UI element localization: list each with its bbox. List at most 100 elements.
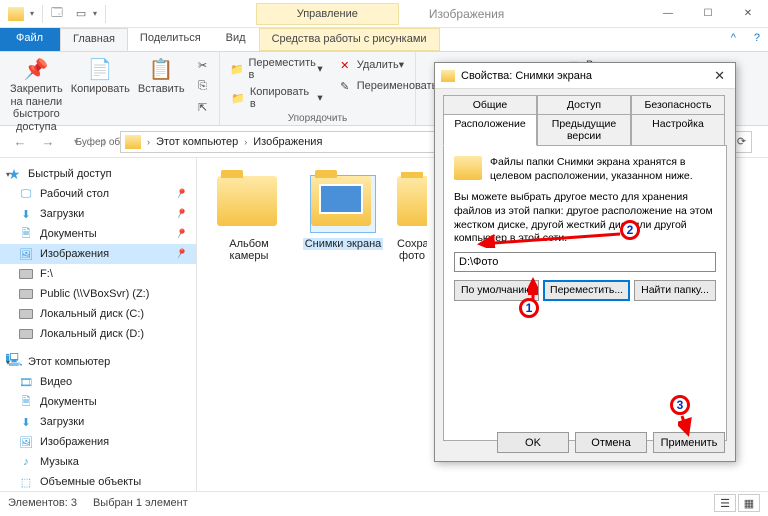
dialog-description-2: Вы можете выбрать другое место для хране…	[454, 191, 716, 246]
group-organize-label: Упорядочить	[226, 112, 409, 124]
folder-camera-roll[interactable]: Альбом камеры	[209, 172, 289, 262]
dialog-title: Свойства: Снимки экрана	[461, 70, 710, 82]
tab-view[interactable]: Вид	[214, 28, 259, 51]
3d-icon: ⬚	[18, 474, 34, 490]
dialog-body: Файлы папки Снимки экрана хранятся в цел…	[443, 145, 727, 441]
tab-previous-versions[interactable]: Предыдущие версии	[537, 114, 631, 146]
folder-large-icon	[454, 156, 482, 180]
tab-share[interactable]: Поделиться	[128, 28, 214, 51]
tab-location[interactable]: Расположение	[443, 114, 537, 146]
dialog-close-button[interactable]: ✕	[710, 68, 729, 84]
ribbon-collapse-icon[interactable]: ^	[721, 28, 746, 51]
paste-button[interactable]: 📋 Вставить	[134, 55, 189, 98]
music-icon: ♪	[18, 454, 34, 470]
dialog-tabs: Общие Доступ Безопасность Расположение П…	[443, 95, 727, 145]
folder-screenshots[interactable]: Снимки экрана	[303, 172, 383, 250]
folder-icon	[217, 176, 277, 226]
pin-icon: 📌	[22, 57, 50, 83]
sidebar-item-desktop[interactable]: 🖵Рабочий стол📍	[0, 184, 196, 204]
paste-shortcut-button[interactable]: ⇱	[191, 97, 219, 117]
tab-security[interactable]: Безопасность	[631, 95, 725, 115]
dialog-description-1: Файлы папки Снимки экрана хранятся в цел…	[490, 156, 716, 183]
copy-button[interactable]: 📄 Копировать	[67, 55, 134, 98]
forward-button[interactable]: →	[36, 130, 60, 154]
drive-icon	[19, 329, 33, 339]
cut-icon: ✂	[195, 57, 211, 73]
breadcrumb-folder[interactable]: Изображения	[249, 136, 326, 148]
properties-dialog: Свойства: Снимки экрана ✕ Общие Доступ Б…	[434, 62, 736, 462]
view-details-button[interactable]: ☰	[714, 494, 736, 512]
sidebar-item-video[interactable]: 🎞Видео	[0, 372, 196, 392]
documents-icon: 🗎	[18, 394, 34, 410]
title-bar: ▾ 🗔 ▭ ▾ Управление Изображения — ☐ ✕	[0, 0, 768, 28]
copy-icon: 📄	[86, 57, 114, 83]
folder-icon	[311, 176, 371, 226]
dialog-titlebar[interactable]: Свойства: Снимки экрана ✕	[435, 63, 735, 89]
sidebar-item-pics2[interactable]: 🖼Изображения	[0, 432, 196, 452]
sidebar-item-docs2[interactable]: 🗎Документы	[0, 392, 196, 412]
downloads-icon: ⬇	[18, 206, 34, 222]
netdrive-icon	[19, 289, 33, 299]
move-to-button[interactable]: 📁Переместить в ▾	[226, 55, 327, 83]
downloads-icon: ⬇	[18, 414, 34, 430]
folder-saved-photos[interactable]: Сохраненные фото	[397, 172, 427, 262]
shortcut-icon: ⇱	[195, 99, 211, 115]
recent-dropdown[interactable]: ▾	[64, 130, 88, 154]
breadcrumb-root[interactable]: Этот компьютер	[152, 136, 242, 148]
tab-file[interactable]: Файл	[0, 28, 60, 51]
quick-access-properties-icon[interactable]: 🗔	[45, 3, 69, 25]
status-count: Элементов: 3	[8, 497, 77, 509]
delete-icon: ✕	[337, 57, 353, 73]
pin-icon: 📍	[172, 206, 188, 222]
pin-quick-access-button[interactable]: 📌 Закрепить на панели быстрого доступа	[6, 55, 67, 136]
sidebar-item-dl2[interactable]: ⬇Загрузки	[0, 412, 196, 432]
drive-icon	[19, 269, 33, 279]
sidebar-item-drive-c[interactable]: Локальный диск (C:)	[0, 304, 196, 324]
minimize-button[interactable]: —	[648, 1, 688, 27]
rename-icon: ✎	[337, 78, 353, 94]
up-button[interactable]: ↑	[92, 130, 116, 154]
app-folder-icon	[8, 7, 24, 21]
quick-access-newfolder-icon[interactable]: ▭	[69, 3, 93, 25]
move-button[interactable]: Переместить...	[543, 280, 630, 301]
folder-icon	[397, 176, 427, 226]
tab-customize[interactable]: Настройка	[631, 114, 725, 146]
sidebar-quick-access[interactable]: ▾★Быстрый доступ	[0, 164, 196, 184]
close-button[interactable]: ✕	[728, 1, 768, 27]
tab-picture-tools[interactable]: Средства работы с рисунками	[259, 28, 440, 51]
sidebar-item-drive-f[interactable]: F:\	[0, 264, 196, 284]
tab-sharing[interactable]: Доступ	[537, 95, 631, 115]
sidebar-item-downloads[interactable]: ⬇Загрузки📍	[0, 204, 196, 224]
drive-icon	[19, 309, 33, 319]
sidebar-item-pictures[interactable]: 🖼Изображения📍	[0, 244, 196, 264]
context-tab-header: Управление	[256, 3, 399, 25]
sidebar-item-documents[interactable]: 🗎Документы📍	[0, 224, 196, 244]
ribbon-tabs: Файл Главная Поделиться Вид Средства раб…	[0, 28, 768, 52]
back-button[interactable]: ←	[8, 130, 32, 154]
find-folder-button[interactable]: Найти папку...	[634, 280, 716, 301]
view-icons-button[interactable]: ▦	[738, 494, 760, 512]
apply-button[interactable]: Применить	[653, 432, 725, 453]
qat-menu-icon[interactable]: ▾	[30, 9, 34, 18]
copy-to-button[interactable]: 📁Копировать в ▾	[226, 84, 327, 112]
qat-customize-icon[interactable]: ▾	[93, 9, 97, 18]
sidebar-item-3d[interactable]: ⬚Объемные объекты	[0, 472, 196, 491]
pin-icon: 📍	[172, 186, 188, 202]
location-path-input[interactable]	[454, 252, 716, 272]
tab-general[interactable]: Общие	[443, 95, 537, 115]
status-bar: Элементов: 3 Выбран 1 элемент ☰ ▦	[0, 491, 768, 514]
tab-home[interactable]: Главная	[60, 28, 128, 51]
restore-default-button[interactable]: По умолчанию	[454, 280, 539, 301]
help-icon[interactable]: ?	[746, 28, 768, 51]
copy-path-button[interactable]: ⎘	[191, 76, 219, 96]
sidebar-item-music[interactable]: ♪Музыка	[0, 452, 196, 472]
sidebar-item-drive-d[interactable]: Локальный диск (D:)	[0, 324, 196, 344]
sidebar-this-pc[interactable]: ▾🖳Этот компьютер	[0, 352, 196, 372]
sidebar-item-net-z[interactable]: Public (\\VBoxSvr) (Z:)	[0, 284, 196, 304]
pictures-icon: 🖼	[18, 246, 34, 262]
maximize-button[interactable]: ☐	[688, 1, 728, 27]
cut-button[interactable]: ✂	[191, 55, 219, 75]
cancel-button[interactable]: Отмена	[575, 432, 647, 453]
ok-button[interactable]: OK	[497, 432, 569, 453]
copyto-icon: 📁	[230, 90, 246, 106]
